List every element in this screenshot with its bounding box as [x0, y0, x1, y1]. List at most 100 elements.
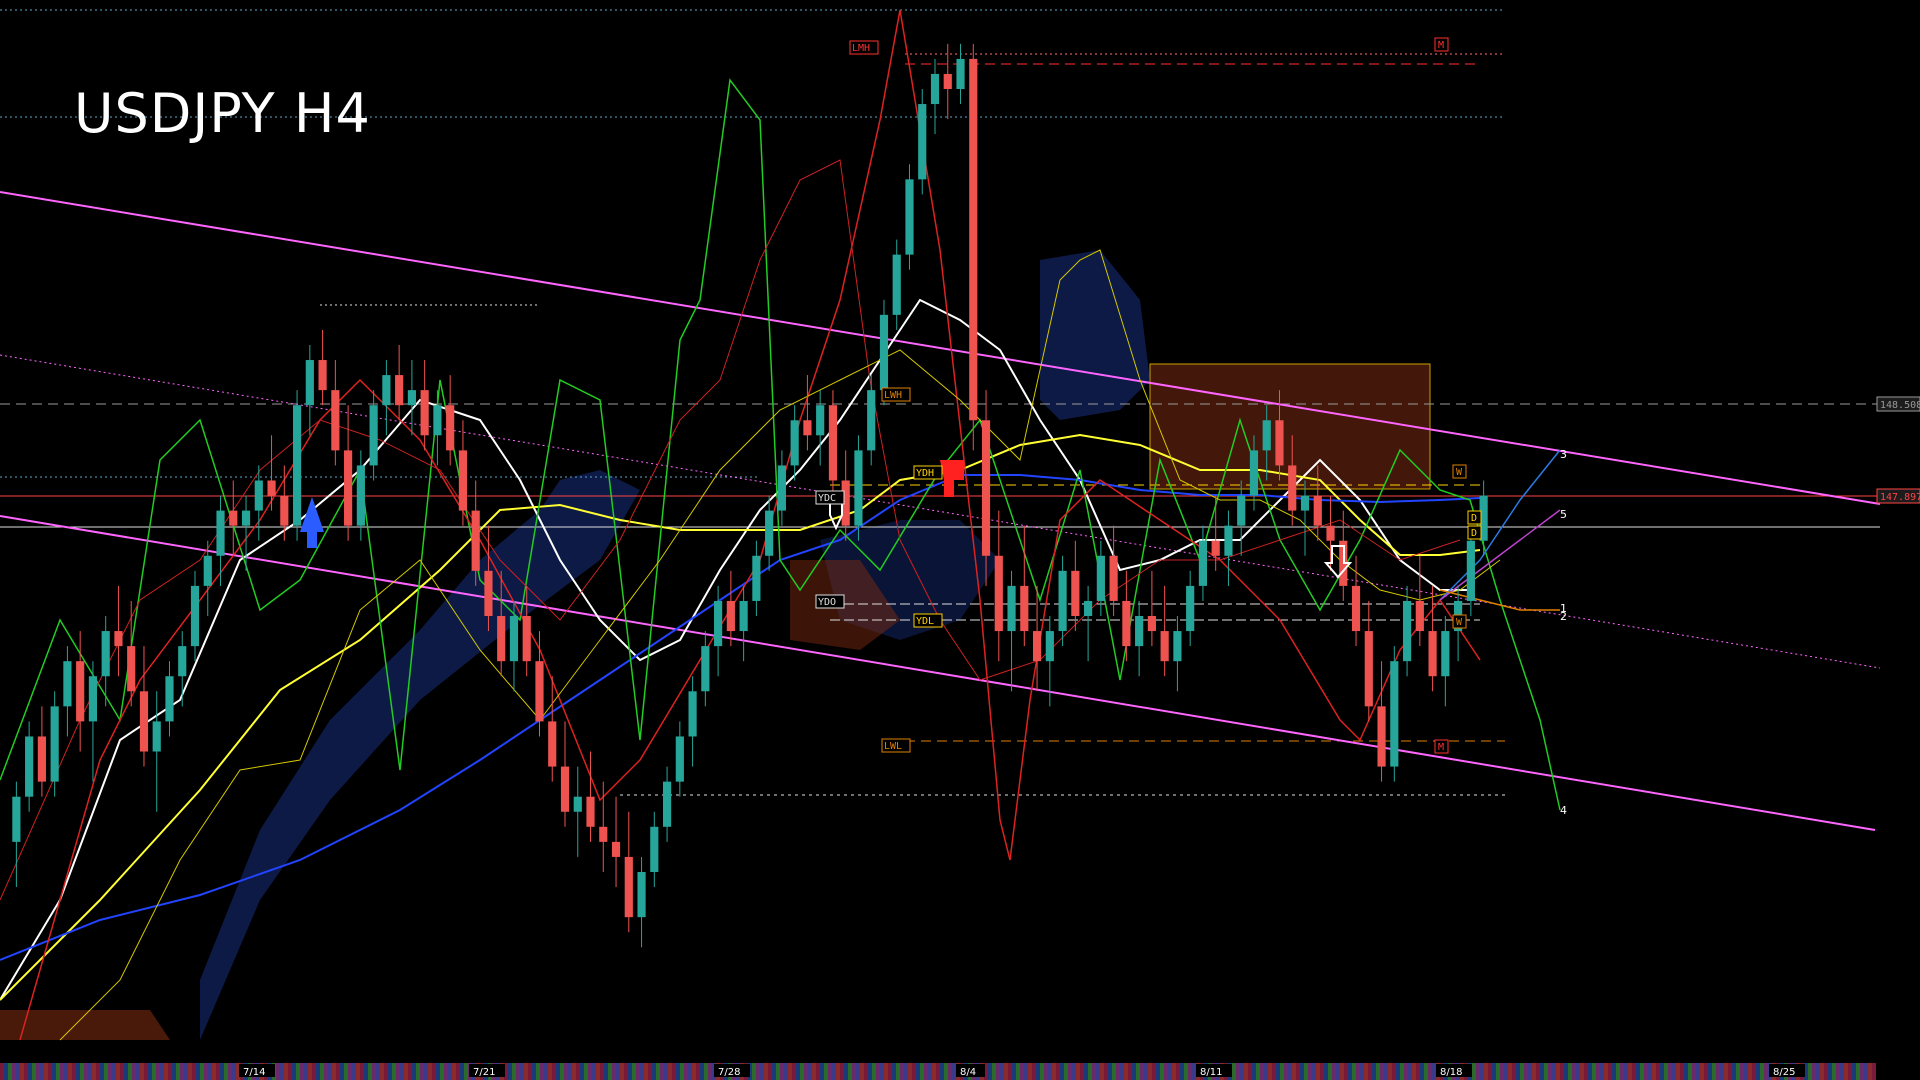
projection-label-4: 4: [1560, 804, 1567, 817]
price-label-1: 147.897: [1876, 488, 1920, 504]
strip-segment: [1864, 1063, 1868, 1080]
strip-segment: [1752, 1063, 1756, 1080]
candle-body: [229, 510, 238, 526]
marker-text: D: [1471, 528, 1477, 539]
marker-d-2: D: [1467, 525, 1482, 540]
candle-body: [1173, 631, 1182, 662]
label-text: YDO: [818, 597, 836, 608]
strip-segment: [1396, 1063, 1400, 1080]
strip-segment: [832, 1063, 836, 1080]
strip-segment: [696, 1063, 700, 1080]
strip-segment: [1120, 1063, 1124, 1080]
strip-segment: [896, 1063, 900, 1080]
strip-segment: [320, 1063, 324, 1080]
strip-segment: [1608, 1063, 1612, 1080]
strip-segment: [212, 1063, 216, 1080]
strip-segment: [1836, 1063, 1840, 1080]
strip-segment: [72, 1063, 76, 1080]
strip-segment: [888, 1063, 892, 1080]
strip-segment: [288, 1063, 292, 1080]
strip-segment: [180, 1063, 184, 1080]
strip-segment: [460, 1063, 464, 1080]
candle-body: [497, 616, 506, 662]
strip-segment: [620, 1063, 624, 1080]
candle-body: [254, 480, 263, 511]
date-label-text: 7/14: [243, 1067, 265, 1078]
strip-segment: [1012, 1063, 1016, 1080]
candle: [854, 435, 863, 541]
strip-segment: [1492, 1063, 1496, 1080]
strip-segment: [564, 1063, 568, 1080]
candle-body: [25, 736, 34, 797]
strip-segment: [416, 1063, 420, 1080]
strip-segment: [444, 1063, 448, 1080]
strip-segment: [1828, 1063, 1832, 1080]
strip-segment: [584, 1063, 588, 1080]
strip-segment: [1744, 1063, 1748, 1080]
strip-segment: [688, 1063, 692, 1080]
strip-segment: [800, 1063, 804, 1080]
strip-segment: [352, 1063, 356, 1080]
strip-segment: [848, 1063, 852, 1080]
candle-body: [1300, 495, 1310, 511]
strip-segment: [892, 1063, 896, 1080]
strip-segment: [1380, 1063, 1384, 1080]
candle-body: [101, 631, 110, 677]
price-chart[interactable]: LMHLWHYDHYDCYDOYDLLWLMMWWDD35124148.5081…: [0, 0, 1920, 1080]
strip-segment: [512, 1063, 516, 1080]
strip-segment: [1124, 1063, 1128, 1080]
candle-body: [1249, 450, 1259, 496]
strip-segment: [1620, 1063, 1624, 1080]
strip-segment: [420, 1063, 424, 1080]
strip-segment: [304, 1063, 308, 1080]
strip-segment: [392, 1063, 396, 1080]
strip-segment: [1556, 1063, 1560, 1080]
candle-body: [356, 465, 365, 526]
strip-segment: [1604, 1063, 1608, 1080]
strip-segment: [216, 1063, 220, 1080]
candle-body: [1237, 495, 1246, 526]
strip-segment: [644, 1063, 648, 1080]
candle-body: [1147, 616, 1156, 632]
strip-segment: [1656, 1063, 1660, 1080]
strip-segment: [840, 1063, 844, 1080]
strip-segment: [40, 1063, 44, 1080]
strip-segment: [1128, 1063, 1132, 1080]
strip-segment: [1116, 1063, 1120, 1080]
strip-segment: [1244, 1063, 1248, 1080]
candle-body: [1211, 540, 1220, 556]
label-lwh: LWH: [881, 387, 911, 402]
strip-segment: [628, 1063, 632, 1080]
strip-segment: [660, 1063, 664, 1080]
strip-segment: [160, 1063, 164, 1080]
strip-segment: [296, 1063, 300, 1080]
date-label-text: 7/21: [473, 1067, 495, 1078]
strip-segment: [1504, 1063, 1508, 1080]
strip-segment: [1632, 1063, 1636, 1080]
label-ydc: YDC: [815, 490, 845, 505]
strip-segment: [108, 1063, 112, 1080]
strip-segment: [1552, 1063, 1556, 1080]
strip-segment: [592, 1063, 596, 1080]
strip-segment: [1856, 1063, 1860, 1080]
strip-segment: [232, 1063, 236, 1080]
candle-body: [1198, 540, 1208, 586]
strip-segment: [1584, 1063, 1588, 1080]
strip-segment: [1652, 1063, 1656, 1080]
strip-segment: [20, 1063, 24, 1080]
candle-body: [650, 826, 659, 872]
strip-segment: [172, 1063, 176, 1080]
strip-segment: [1136, 1063, 1140, 1080]
strip-segment: [1296, 1063, 1300, 1080]
strip-segment: [1756, 1063, 1760, 1080]
strip-segment: [1560, 1063, 1564, 1080]
candle-body: [139, 691, 149, 752]
strip-segment: [864, 1063, 868, 1080]
candle-body: [611, 841, 621, 857]
strip-segment: [1176, 1063, 1180, 1080]
strip-segment: [1596, 1063, 1600, 1080]
strip-segment: [1868, 1063, 1872, 1080]
strip-segment: [1328, 1063, 1332, 1080]
strip-segment: [764, 1063, 768, 1080]
strip-segment: [1336, 1063, 1340, 1080]
